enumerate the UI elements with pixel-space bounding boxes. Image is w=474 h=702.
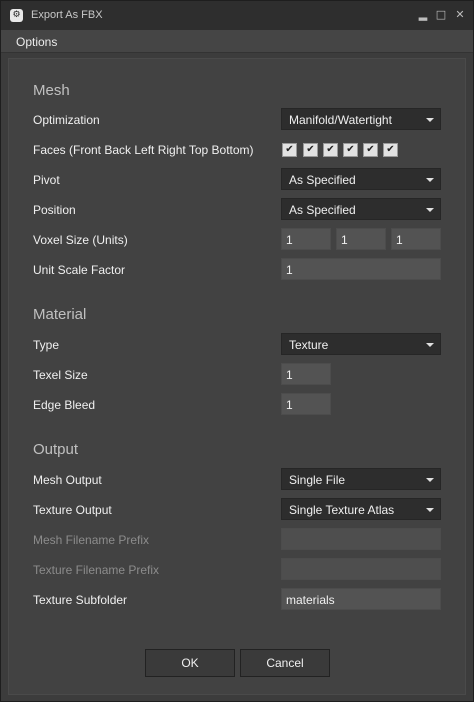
voxel-size-x-input[interactable]: 1 <box>281 228 331 250</box>
pivot-dropdown[interactable]: As Specified <box>281 168 441 190</box>
voxel-size-x-value: 1 <box>286 233 293 247</box>
face-top-checkbox[interactable]: ✔ <box>363 143 378 157</box>
face-bottom-checkbox[interactable]: ✔ <box>383 143 398 157</box>
unit-scale-label: Unit Scale Factor <box>33 263 126 277</box>
texture-output-value: Single Texture Atlas <box>289 503 395 517</box>
texture-subfolder-label: Texture Subfolder <box>33 593 128 607</box>
menu-bar: Options <box>1 30 473 53</box>
chevron-down-icon <box>426 508 434 512</box>
edge-bleed-value: 1 <box>286 398 293 412</box>
mesh-prefix-label: Mesh Filename Prefix <box>33 533 150 547</box>
cancel-button[interactable]: Cancel <box>240 649 330 677</box>
pivot-value: As Specified <box>289 173 356 187</box>
position-label: Position <box>33 203 76 217</box>
voxel-size-z-value: 1 <box>396 233 403 247</box>
chevron-down-icon <box>426 478 434 482</box>
unit-scale-value: 1 <box>286 263 293 277</box>
section-mesh-heading: Mesh <box>33 82 70 99</box>
type-dropdown[interactable]: Texture <box>281 333 441 355</box>
face-right-checkbox[interactable]: ✔ <box>343 143 358 157</box>
mesh-prefix-input[interactable] <box>281 528 441 550</box>
face-left-checkbox[interactable]: ✔ <box>323 143 338 157</box>
section-output-heading: Output <box>33 441 79 458</box>
texture-output-label: Texture Output <box>33 503 112 517</box>
voxel-size-z-input[interactable]: 1 <box>391 228 441 250</box>
optimization-dropdown[interactable]: Manifold/Watertight <box>281 108 441 130</box>
optimization-value: Manifold/Watertight <box>289 113 392 127</box>
export-fbx-window: ⚙ Export As FBX ▂ □ ✕ Options Mesh Optim… <box>0 0 474 702</box>
texture-subfolder-value: materials <box>286 593 335 607</box>
voxel-size-label: Voxel Size (Units) <box>33 233 128 247</box>
mesh-output-value: Single File <box>289 473 346 487</box>
texture-subfolder-input[interactable]: materials <box>281 588 441 610</box>
mesh-output-dropdown[interactable]: Single File <box>281 468 441 490</box>
chevron-down-icon <box>426 343 434 347</box>
chevron-down-icon <box>426 208 434 212</box>
texture-prefix-label: Texture Filename Prefix <box>33 563 160 577</box>
voxel-size-y-input[interactable]: 1 <box>336 228 386 250</box>
edge-bleed-input[interactable]: 1 <box>281 393 331 415</box>
minimize-icon[interactable]: ▂ <box>417 9 429 21</box>
menu-options[interactable]: Options <box>16 35 57 49</box>
type-label: Type <box>33 338 60 352</box>
chevron-down-icon <box>426 118 434 122</box>
window-title: Export As FBX <box>31 9 103 21</box>
texture-output-dropdown[interactable]: Single Texture Atlas <box>281 498 441 520</box>
position-value: As Specified <box>289 203 356 217</box>
pivot-label: Pivot <box>33 173 60 187</box>
face-back-checkbox[interactable]: ✔ <box>303 143 318 157</box>
texel-size-value: 1 <box>286 368 293 382</box>
maximize-icon[interactable]: □ <box>435 9 447 21</box>
edge-bleed-label: Edge Bleed <box>33 398 96 412</box>
chevron-down-icon <box>426 178 434 182</box>
voxel-size-y-value: 1 <box>341 233 348 247</box>
optimization-label: Optimization <box>33 113 100 127</box>
texture-prefix-input[interactable] <box>281 558 441 580</box>
mesh-output-label: Mesh Output <box>33 473 102 487</box>
position-dropdown[interactable]: As Specified <box>281 198 441 220</box>
face-front-checkbox[interactable]: ✔ <box>282 143 297 157</box>
texel-size-label: Texel Size <box>33 368 88 382</box>
section-material-heading: Material <box>33 306 87 323</box>
title-bar[interactable]: ⚙ Export As FBX ▂ □ ✕ <box>1 1 473 30</box>
close-icon[interactable]: ✕ <box>454 9 466 21</box>
type-value: Texture <box>289 338 329 352</box>
ok-button[interactable]: OK <box>145 649 235 677</box>
texel-size-input[interactable]: 1 <box>281 363 331 385</box>
unit-scale-input[interactable]: 1 <box>281 258 441 280</box>
faces-label: Faces (Front Back Left Right Top Bottom) <box>33 143 254 157</box>
app-logo-icon: ⚙ <box>10 9 23 22</box>
